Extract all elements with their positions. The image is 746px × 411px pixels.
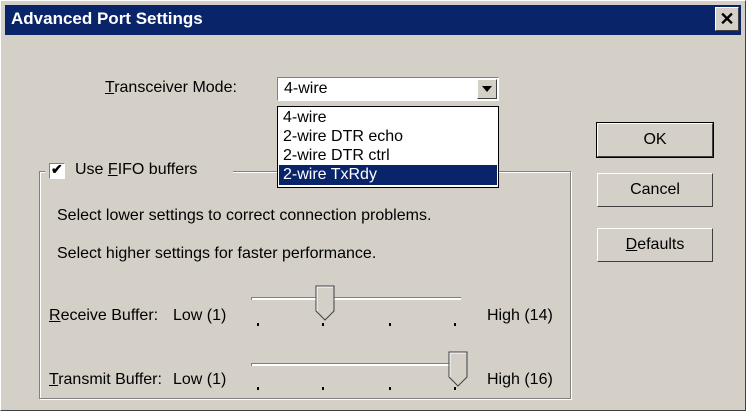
transmit-slider-track	[251, 363, 461, 366]
transmit-buffer-high-label: High (16)	[487, 371, 553, 388]
fifo-checkbox-label[interactable]: Use FIFO buffers	[75, 161, 197, 179]
transceiver-mode-dropdown: 4-wire 2-wire DTR echo 2-wire DTR ctrl 2…	[277, 106, 499, 188]
transmit-tick	[454, 387, 456, 390]
chevron-down-icon[interactable]	[477, 79, 497, 99]
window-title: Advanced Port Settings	[11, 9, 203, 28]
receive-slider-track	[251, 297, 461, 300]
receive-buffer-low-label: Low (1)	[173, 307, 227, 324]
receive-tick	[257, 323, 259, 326]
fifo-checkbox[interactable]: ✔	[49, 161, 65, 179]
transmit-tick	[389, 387, 391, 390]
dropdown-option-2-wire-txrdy[interactable]: 2-wire TxRdy	[279, 165, 497, 185]
transceiver-mode-label: Transceiver Mode:	[105, 79, 237, 96]
title-bar[interactable]: Advanced Port Settings ✕	[5, 5, 741, 35]
transmit-buffer-label: Transmit Buffer:	[49, 371, 162, 388]
defaults-button[interactable]: Defaults	[597, 228, 713, 262]
checkmark-icon: ✔	[51, 161, 63, 177]
receive-tick	[322, 323, 324, 326]
transmit-buffer-low-label: Low (1)	[173, 371, 227, 388]
dropdown-option-2-wire-dtr-ctrl[interactable]: 2-wire DTR ctrl	[279, 146, 497, 166]
transceiver-mode-select[interactable]: 4-wire	[277, 77, 499, 101]
close-button[interactable]: ✕	[715, 7, 739, 31]
receive-tick	[389, 323, 391, 326]
dropdown-option-4-wire[interactable]: 4-wire	[279, 108, 497, 128]
receive-buffer-high-label: High (14)	[487, 307, 553, 324]
receive-tick	[454, 323, 456, 326]
hint-higher-settings: Select higher settings for faster perfor…	[57, 245, 377, 262]
receive-slider-thumb[interactable]	[315, 285, 335, 321]
dropdown-option-2-wire-dtr-echo[interactable]: 2-wire DTR echo	[279, 127, 497, 147]
ok-button[interactable]: OK	[596, 122, 714, 158]
transceiver-mode-value: 4-wire	[284, 80, 328, 97]
transmit-slider-thumb[interactable]	[448, 351, 468, 387]
receive-buffer-label: Receive Buffer:	[49, 307, 159, 324]
transmit-tick	[322, 387, 324, 390]
hint-lower-settings: Select lower settings to correct connect…	[57, 207, 432, 224]
cancel-button[interactable]: Cancel	[597, 173, 713, 207]
transmit-tick	[257, 387, 259, 390]
close-icon: ✕	[719, 9, 735, 29]
advanced-port-settings-dialog: Advanced Port Settings ✕ Transceiver Mod…	[0, 0, 746, 411]
